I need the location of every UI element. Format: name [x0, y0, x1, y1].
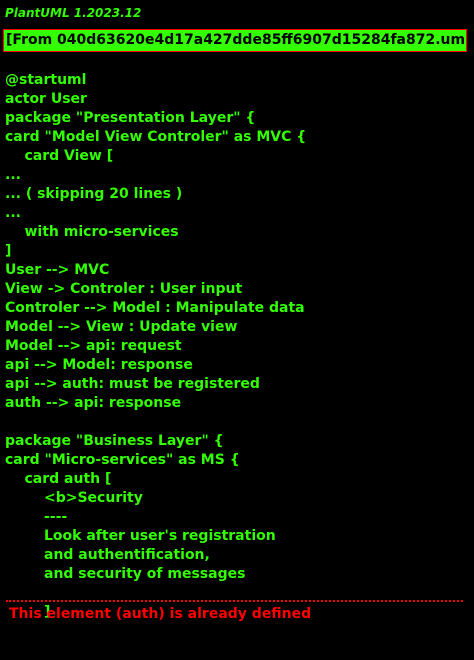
code-line: @startuml: [5, 72, 87, 88]
error-message: This element (auth) is already defined: [9, 606, 312, 622]
code-line: card "Micro-services" as MS {: [5, 452, 240, 468]
version-label: PlantUML 1.2023.12: [5, 6, 142, 20]
code-line: with micro-services: [5, 224, 179, 240]
error-code-line: ]: [5, 584, 470, 620]
code-line: and authentification,: [5, 547, 210, 563]
code-line: ]: [5, 243, 12, 259]
code-line: ... ( skipping 20 lines ): [5, 186, 183, 202]
code-line: View -> Controler : User input: [5, 281, 243, 297]
code-listing: @startuml actor User package "Presentati…: [5, 71, 470, 620]
error-underline-marker: [6, 600, 463, 602]
code-line: actor User: [5, 91, 87, 107]
code-line: Controler --> Model : Manipulate data: [5, 300, 305, 316]
code-line: auth --> api: response: [5, 395, 182, 411]
code-line: Model --> api: request: [5, 338, 182, 354]
code-line: Model --> View : Update view: [5, 319, 238, 335]
source-banner: [From 040d63620e4d17a427dde85ff6907d1528…: [3, 29, 467, 52]
code-line: ...: [5, 167, 21, 183]
code-line: and security of messages: [5, 566, 246, 582]
code-line: Look after user's registration: [5, 528, 276, 544]
code-line: package "Presentation Layer" {: [5, 110, 256, 126]
code-line: card auth [: [5, 471, 112, 487]
code-line: api --> Model: response: [5, 357, 193, 373]
code-line: card "Model View Controler" as MVC {: [5, 129, 307, 145]
code-line: <b>Security: [5, 490, 143, 506]
code-line: User --> MVC: [5, 262, 110, 278]
code-line: ----: [5, 509, 68, 525]
code-line: ...: [5, 205, 21, 221]
code-line: card View [: [5, 148, 114, 164]
code-line: api --> auth: must be registered: [5, 376, 260, 392]
code-line: package "Business Layer" {: [5, 433, 224, 449]
